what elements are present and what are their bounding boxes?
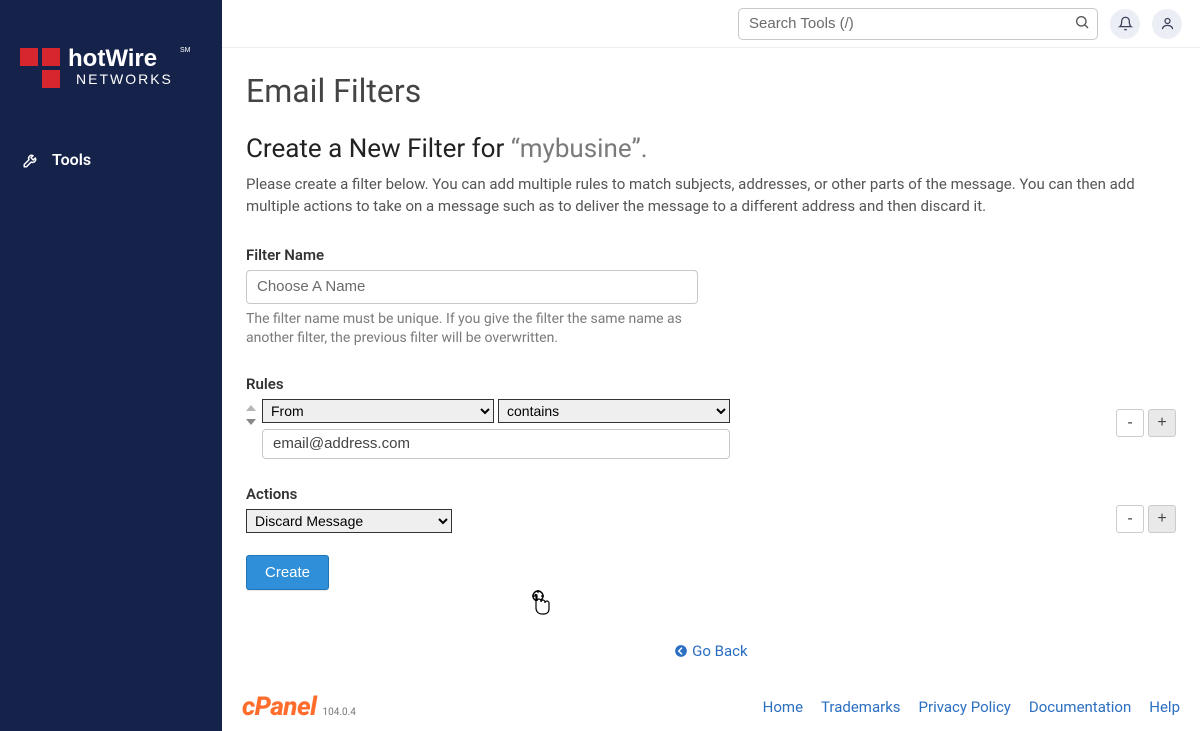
rules-row: From contains - + bbox=[246, 399, 1176, 459]
main: Email Filters Create a New Filter for “m… bbox=[222, 0, 1200, 731]
user-icon bbox=[1160, 16, 1175, 31]
rule-reorder bbox=[246, 399, 256, 425]
move-up-icon[interactable] bbox=[246, 405, 256, 411]
sidebar-item-label: Tools bbox=[52, 150, 91, 169]
footer: cPanel 104.0.4 Home Trademarks Privacy P… bbox=[222, 683, 1200, 731]
action-add-remove: - + bbox=[1116, 505, 1176, 533]
sidebar: hotWire SM NETWORKS Tools bbox=[0, 0, 222, 731]
topbar bbox=[222, 0, 1200, 48]
notifications-button[interactable] bbox=[1110, 9, 1140, 39]
arrow-left-icon bbox=[674, 642, 692, 660]
rule-add-remove: - + bbox=[1116, 409, 1176, 437]
account-button[interactable] bbox=[1152, 9, 1182, 39]
cpanel-brand: cPanel 104.0.4 bbox=[242, 692, 356, 722]
cpanel-logo: cPanel bbox=[242, 692, 316, 722]
footer-link-home[interactable]: Home bbox=[763, 698, 803, 716]
rule-part-select[interactable]: From bbox=[262, 399, 494, 423]
move-down-icon[interactable] bbox=[246, 419, 256, 425]
cpanel-version: 104.0.4 bbox=[322, 707, 355, 718]
sidebar-item-tools[interactable]: Tools bbox=[0, 140, 222, 179]
remove-action-button[interactable]: - bbox=[1116, 505, 1144, 533]
tools-icon bbox=[22, 151, 40, 169]
footer-link-documentation[interactable]: Documentation bbox=[1029, 698, 1131, 716]
hotwire-logo: hotWire SM NETWORKS bbox=[20, 40, 200, 100]
rule-match-select[interactable]: contains bbox=[498, 399, 730, 423]
go-back-label: Go Back bbox=[692, 642, 747, 660]
filter-name-hint: The filter name must be unique. If you g… bbox=[246, 310, 696, 349]
go-back: Go Back bbox=[246, 642, 1176, 660]
rule-value-input[interactable] bbox=[262, 429, 730, 459]
create-button[interactable]: Create bbox=[246, 555, 329, 590]
cursor-pointer-icon bbox=[528, 590, 554, 624]
sidebar-nav: Tools bbox=[0, 140, 222, 179]
search-wrap bbox=[738, 8, 1098, 40]
search-icon bbox=[1074, 14, 1090, 34]
remove-rule-button[interactable]: - bbox=[1116, 409, 1144, 437]
help-text: Please create a filter below. You can ad… bbox=[246, 174, 1176, 218]
action-select[interactable]: Discard Message bbox=[246, 509, 452, 533]
content: Email Filters Create a New Filter for “m… bbox=[222, 48, 1200, 683]
go-back-link[interactable]: Go Back bbox=[674, 642, 747, 660]
subtitle-text: Create a New Filter for bbox=[246, 134, 511, 164]
brand-mark: SM bbox=[180, 47, 191, 54]
footer-links: Home Trademarks Privacy Policy Documenta… bbox=[763, 698, 1180, 716]
rules-label: Rules bbox=[246, 375, 1176, 393]
subtitle-quoted: “mybusine”. bbox=[511, 134, 648, 164]
filter-name-label: Filter Name bbox=[246, 246, 1176, 264]
add-action-button[interactable]: + bbox=[1148, 505, 1176, 533]
search-input[interactable] bbox=[738, 8, 1098, 40]
brand-name: hotWire bbox=[68, 45, 157, 72]
actions-label: Actions bbox=[246, 485, 1176, 503]
filter-name-input[interactable] bbox=[246, 270, 698, 304]
footer-link-trademarks[interactable]: Trademarks bbox=[821, 698, 901, 716]
footer-link-privacy[interactable]: Privacy Policy bbox=[919, 698, 1011, 716]
page-subtitle: Create a New Filter for “mybusine”. bbox=[246, 134, 1176, 164]
footer-link-help[interactable]: Help bbox=[1149, 698, 1180, 716]
page-title: Email Filters bbox=[246, 72, 1176, 110]
brand-logo: hotWire SM NETWORKS bbox=[0, 0, 222, 140]
brand-tag: NETWORKS bbox=[76, 71, 173, 87]
filter-form: Filter Name The filter name must be uniq… bbox=[246, 246, 1176, 590]
bell-icon bbox=[1118, 16, 1133, 31]
add-rule-button[interactable]: + bbox=[1148, 409, 1176, 437]
